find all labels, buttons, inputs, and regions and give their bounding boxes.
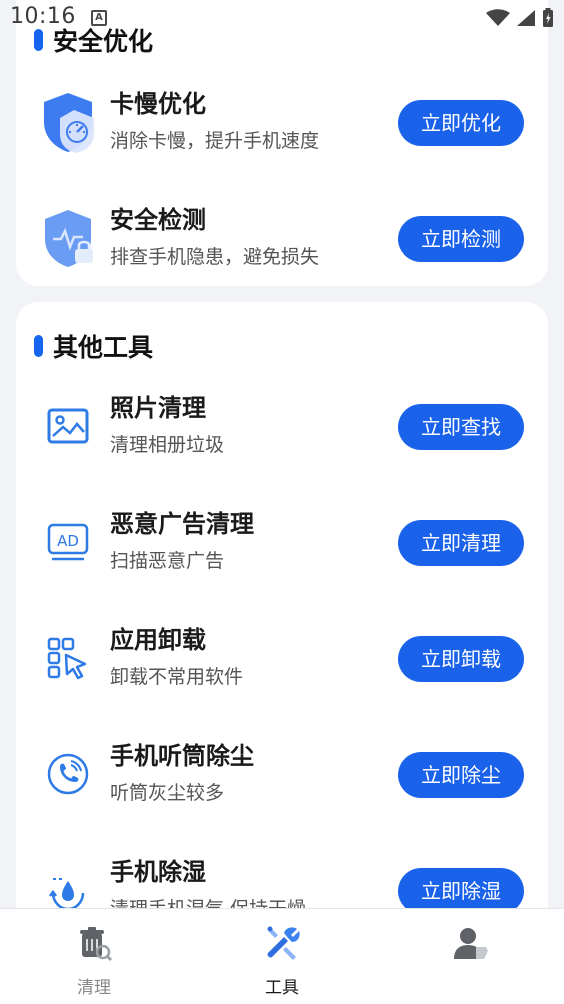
list-item-photo-clean[interactable]: 照片清理 清理相册垃圾 立即查找 (16, 380, 548, 480)
status-icons (486, 8, 554, 28)
tools-screen: 安全优化 卡慢优化 消除卡慢，提升手机速度 立即优化 安全检测 排查手机隐患，避… (0, 0, 564, 1004)
item-desc: 听筒灰尘较多 (110, 782, 225, 804)
item-desc: 卸载不常用软件 (110, 666, 244, 688)
notification-a-icon: A (91, 10, 107, 26)
trash-icon (80, 927, 113, 962)
item-title: 卡慢优化 (110, 90, 206, 118)
item-title: 恶意广告清理 (110, 510, 254, 538)
wifi-icon (486, 9, 510, 26)
photo-icon (38, 396, 98, 456)
user-icon (454, 928, 488, 959)
earpiece-icon (38, 744, 98, 804)
shield-speed-icon (38, 92, 98, 153)
list-item-ad-clean[interactable]: AD 恶意广告清理 扫描恶意广告 立即清理 (16, 496, 548, 596)
item-desc: 排查手机隐患，避免损失 (110, 246, 320, 268)
item-desc: 消除卡慢，提升手机速度 (110, 130, 320, 152)
list-item-speed-optimize[interactable]: 卡慢优化 消除卡慢，提升手机速度 立即优化 (16, 76, 548, 176)
uninstall-now-button[interactable]: 立即卸载 (398, 636, 524, 682)
section-title-text: 其他工具 (53, 333, 154, 362)
find-now-button[interactable]: 立即查找 (398, 404, 524, 450)
clean-now-button[interactable]: 立即清理 (398, 520, 524, 566)
svg-text:AD: AD (57, 532, 79, 550)
dehumidify-now-button[interactable]: 立即除湿 (398, 868, 524, 908)
list-item-earpiece-dust[interactable]: 手机听筒除尘 听筒灰尘较多 立即除尘 (16, 728, 548, 828)
item-desc: 扫描恶意广告 (110, 550, 225, 572)
item-title: 手机听筒除尘 (110, 742, 254, 770)
list-item-security-check[interactable]: 安全检测 排查手机隐患，避免损失 立即检测 (16, 192, 548, 292)
bottom-nav: 清理 工具 (0, 908, 564, 1004)
status-bar: 10:16 A (0, 0, 564, 36)
status-time: 10:16 (10, 4, 76, 29)
nav-item-clean[interactable]: 清理 (34, 919, 154, 1003)
signal-icon (517, 10, 535, 26)
ad-icon: AD (38, 512, 98, 572)
nav-label-clean: 清理 (77, 978, 111, 998)
section-accent-bar (34, 335, 43, 357)
tools-icon (267, 926, 300, 960)
item-title: 应用卸载 (110, 626, 206, 654)
security-card: 安全优化 卡慢优化 消除卡慢，提升手机速度 立即优化 安全检测 排查手机隐患，避… (16, 0, 548, 286)
tools-card: 其他工具 照片清理 清理相册垃圾 立即查找 AD 恶意广告清理 扫描恶意广告 立… (16, 302, 548, 908)
app-uninstall-icon (38, 628, 98, 688)
nav-label-tools: 工具 (265, 978, 299, 998)
battery-charging-icon (543, 8, 553, 27)
nav-item-tools[interactable]: 工具 (222, 919, 342, 1003)
scroll-content[interactable]: 安全优化 卡慢优化 消除卡慢，提升手机速度 立即优化 安全检测 排查手机隐患，避… (0, 0, 564, 908)
list-item-app-uninstall[interactable]: 应用卸载 卸载不常用软件 立即卸载 (16, 612, 548, 712)
water-drop-icon (38, 860, 98, 908)
optimize-now-button[interactable]: 立即优化 (398, 100, 524, 146)
list-item-dehumidify[interactable]: 手机除湿 清理手机湿气,保持干燥 立即除湿 (16, 844, 548, 908)
dust-now-button[interactable]: 立即除尘 (398, 752, 524, 798)
item-title: 照片清理 (110, 394, 206, 422)
item-desc: 清理手机湿气,保持干燥 (110, 894, 306, 908)
item-desc: 清理相册垃圾 (110, 434, 225, 456)
check-now-button[interactable]: 立即检测 (398, 216, 524, 262)
nav-item-profile[interactable] (410, 919, 530, 1003)
shield-check-icon (38, 208, 98, 268)
section-title-tools: 其他工具 (34, 328, 153, 364)
item-title: 安全检测 (110, 206, 206, 234)
item-title: 手机除湿 (110, 858, 206, 886)
